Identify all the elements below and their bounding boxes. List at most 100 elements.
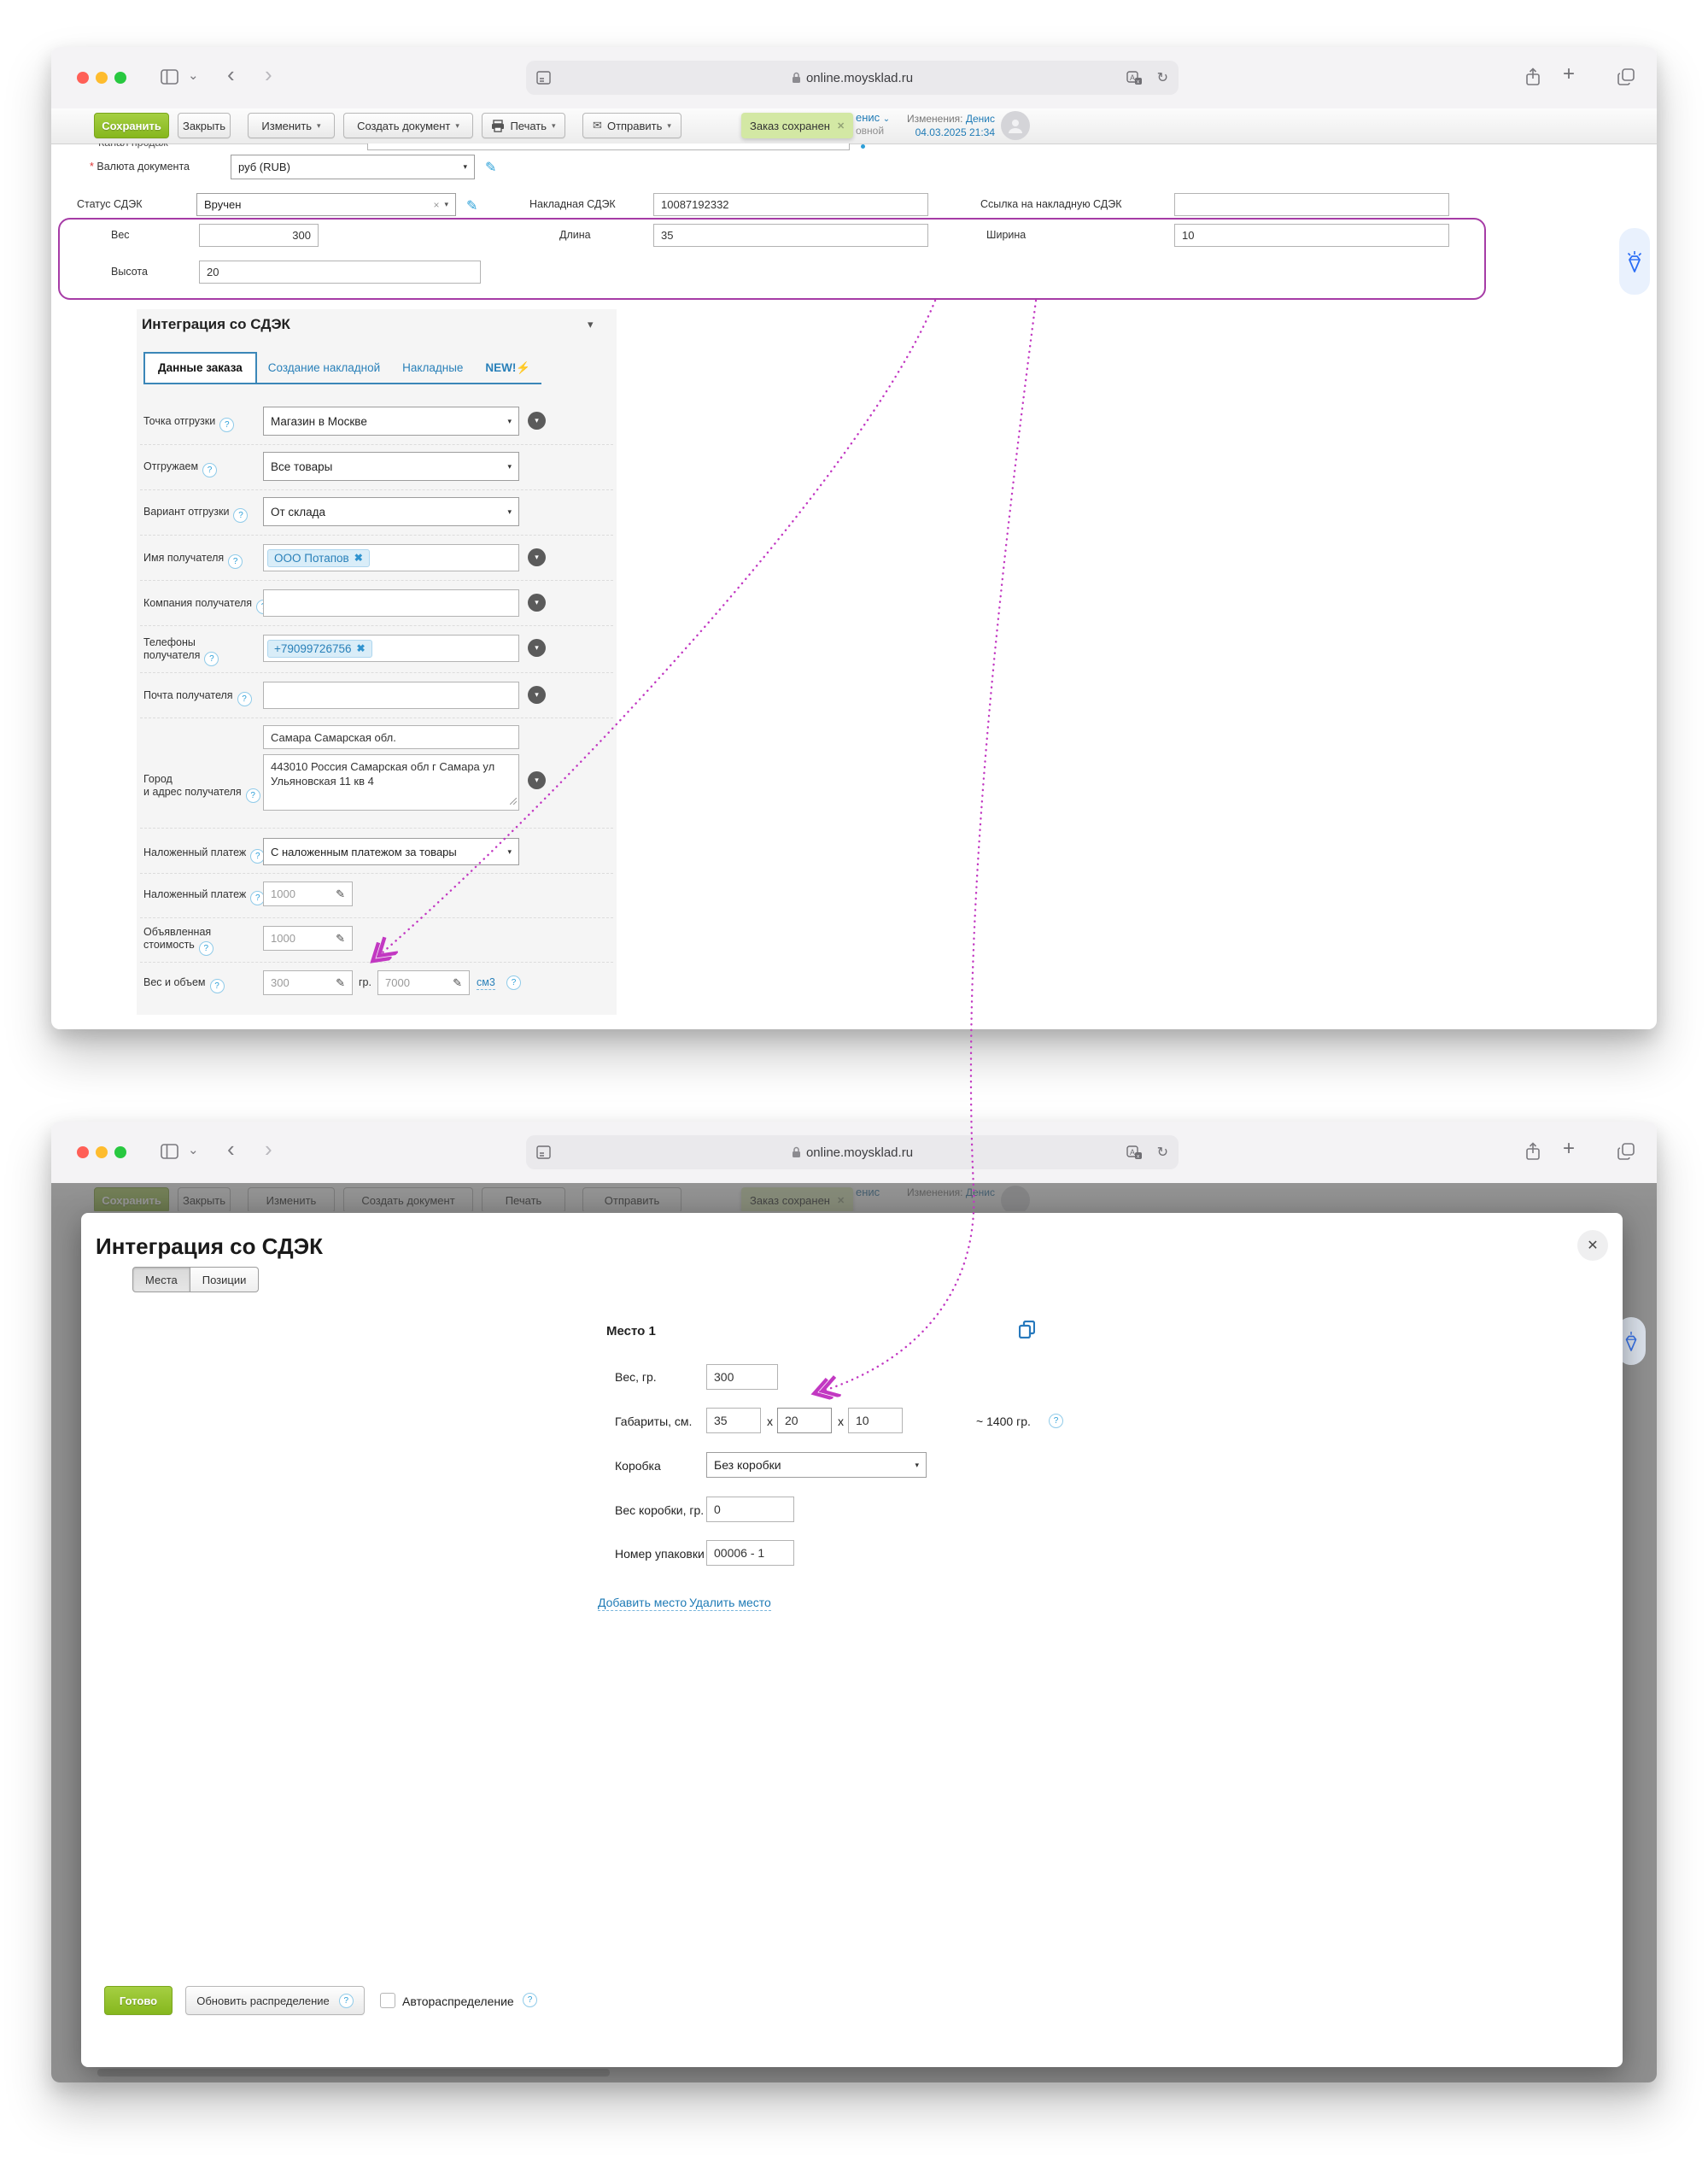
address-textarea[interactable]: 443010 Россия Самарская обл г Самара ул … (263, 754, 519, 811)
cdek-link-input[interactable] (1174, 193, 1449, 216)
weight-input[interactable]: 300 (199, 224, 319, 247)
changes-user-link[interactable]: Денис (966, 113, 995, 125)
back-button[interactable]: ‹ (227, 66, 235, 83)
dimension-height-input[interactable]: 10 (848, 1408, 903, 1433)
edit-pencil-icon[interactable]: ✎ (466, 197, 477, 214)
cdek-status-select[interactable]: Вручен × ▾ (196, 193, 456, 216)
extension-pill[interactable] (1619, 228, 1650, 295)
zoom-window-button[interactable] (114, 1146, 126, 1158)
avatar[interactable] (1001, 111, 1030, 140)
help-icon[interactable]: ? (219, 418, 234, 432)
weight-volume-volume-input[interactable]: 7000✎ (377, 970, 470, 995)
box-select[interactable]: Без коробки▾ (706, 1452, 927, 1478)
minimize-window-button[interactable] (96, 72, 108, 84)
currency-select[interactable]: руб (RUB)▾ (231, 155, 475, 179)
tab-places[interactable]: Места (132, 1267, 190, 1292)
tab-positions[interactable]: Позиции (190, 1267, 260, 1292)
pencil-icon[interactable]: ✎ (453, 976, 462, 990)
chip-remove-icon[interactable]: ✖ (356, 642, 365, 654)
reader-view-icon[interactable] (536, 61, 551, 95)
tab-invoices[interactable]: Накладные (391, 352, 474, 383)
height-input[interactable]: 20 (199, 261, 481, 284)
back-button[interactable]: ‹ (227, 1140, 235, 1157)
variant-select[interactable]: От склада▾ (263, 497, 519, 526)
sidebar-chevron-icon[interactable]: ⌄ (188, 67, 199, 85)
help-icon[interactable]: ? (210, 979, 225, 993)
cdek-invoice-input[interactable]: 10087192332 (653, 193, 928, 216)
place-weight-input[interactable]: 300 (706, 1364, 778, 1390)
print-button[interactable]: Печать▾ (482, 113, 565, 138)
toast-close-icon[interactable]: ✕ (837, 120, 845, 132)
help-icon[interactable]: ? (233, 508, 248, 523)
edit-pencil-icon[interactable]: ✎ (485, 159, 496, 176)
close-button[interactable]: Закрыть (178, 113, 231, 138)
help-icon[interactable]: ? (246, 788, 260, 803)
company-input[interactable] (263, 589, 519, 617)
help-icon[interactable]: ? (1049, 1414, 1063, 1428)
create-document-button[interactable]: Создать документ▾ (343, 113, 473, 138)
clear-icon[interactable]: × (433, 199, 439, 211)
translate-icon[interactable]: Ax (1126, 61, 1143, 95)
new-tab-icon[interactable]: + (1563, 1140, 1575, 1157)
length-input[interactable]: 35 (653, 224, 928, 247)
auto-distribution-checkbox[interactable] (380, 1993, 395, 2008)
help-icon[interactable]: ? (199, 941, 214, 956)
address-bar[interactable]: online.moysklad.ru Ax ↻ (526, 61, 1179, 95)
forward-button[interactable]: › (265, 66, 272, 83)
sidebar-chevron-icon[interactable]: ⌄ (188, 1142, 199, 1159)
declared-value-input[interactable]: 1000✎ (263, 926, 353, 951)
reload-icon[interactable]: ↻ (1157, 61, 1168, 95)
expand-circle-icon[interactable]: ▾ (528, 548, 546, 566)
width-input[interactable]: 10 (1174, 224, 1449, 247)
address-bar[interactable]: online.moysklad.ru Ax ↻ (526, 1135, 1179, 1169)
zoom-window-button[interactable] (114, 72, 126, 84)
help-icon[interactable]: ? (523, 1993, 537, 2007)
reader-view-icon[interactable] (536, 1135, 551, 1169)
collapse-caret-icon[interactable]: ▾ (588, 318, 594, 331)
box-weight-input[interactable]: 0 (706, 1497, 794, 1522)
cod-amount-input[interactable]: 1000✎ (263, 882, 353, 906)
expand-circle-icon[interactable]: ▾ (528, 594, 546, 612)
update-distribution-button[interactable]: Обновить распределение? (185, 1986, 365, 2015)
close-window-button[interactable] (77, 72, 89, 84)
pencil-icon[interactable]: ✎ (336, 976, 345, 990)
recipient-name-input[interactable]: ООО Потапов✖ (263, 544, 519, 571)
save-button[interactable]: Сохранить (94, 113, 169, 138)
dimension-length-input[interactable]: 35 (706, 1408, 761, 1433)
forward-button[interactable]: › (265, 1140, 272, 1157)
add-place-link[interactable]: Добавить место (598, 1596, 687, 1611)
phone-chip[interactable]: +79099726756✖ (267, 640, 372, 658)
new-tab-icon[interactable]: + (1563, 66, 1575, 83)
tab-invoice-creation[interactable]: Создание накладной (257, 352, 391, 383)
tab-order-data[interactable]: Данные заказа (143, 352, 257, 383)
remove-place-link[interactable]: Удалить место (689, 1596, 771, 1611)
email-input[interactable] (263, 682, 519, 709)
user-menu-fragment[interactable]: енис ⌄ овной (856, 111, 890, 137)
weight-volume-weight-input[interactable]: 300✎ (263, 970, 353, 995)
pencil-icon[interactable]: ✎ (336, 932, 345, 946)
modal-close-button[interactable]: ✕ (1577, 1230, 1608, 1261)
expand-circle-icon[interactable]: ▾ (528, 412, 546, 430)
close-window-button[interactable] (77, 1146, 89, 1158)
pencil-icon[interactable]: ✎ (336, 887, 345, 901)
tab-overview-icon[interactable] (1617, 1143, 1635, 1163)
reload-icon[interactable]: ↻ (1157, 1135, 1168, 1169)
help-icon[interactable]: ? (228, 554, 243, 569)
package-number-input[interactable]: 00006 - 1 (706, 1540, 794, 1566)
translate-icon[interactable]: Ax (1126, 1135, 1143, 1169)
done-button[interactable]: Готово (104, 1986, 173, 2015)
edit-button[interactable]: Изменить▾ (248, 113, 335, 138)
tab-overview-icon[interactable] (1617, 68, 1635, 88)
help-icon[interactable]: ? (204, 652, 219, 666)
expand-circle-icon[interactable]: ▾ (528, 771, 546, 789)
share-icon[interactable] (1525, 67, 1541, 89)
sidebar-icon[interactable] (161, 69, 178, 87)
expand-circle-icon[interactable]: ▾ (528, 686, 546, 704)
duplicate-place-icon[interactable] (1019, 1321, 1035, 1343)
help-icon[interactable]: ? (202, 463, 217, 477)
dimension-width-input[interactable]: 20 (777, 1408, 832, 1433)
city-input[interactable]: Самара Самарская обл. (263, 725, 519, 749)
ship-select[interactable]: Все товары▾ (263, 452, 519, 481)
send-button[interactable]: ✉ Отправить▾ (582, 113, 681, 138)
help-icon[interactable]: ? (237, 692, 252, 706)
